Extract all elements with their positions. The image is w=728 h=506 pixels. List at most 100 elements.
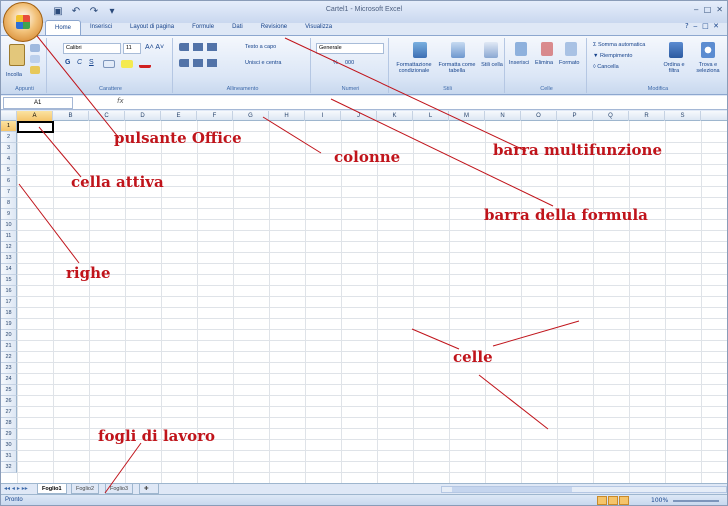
conditional-format-icon[interactable] [413,42,427,58]
horizontal-align-icons[interactable] [179,59,219,67]
column-header-H[interactable]: H [269,111,305,121]
font-name-select[interactable]: Calibri [63,43,121,54]
column-header-R[interactable]: R [629,111,665,121]
row-header-15[interactable]: 15 [1,275,17,286]
fx-icon[interactable]: fx [117,97,124,105]
column-header-L[interactable]: L [413,111,449,121]
format-painter-icon[interactable] [30,66,40,74]
row-header-28[interactable]: 28 [1,418,17,429]
clear-button[interactable]: ◊ Cancella [593,64,619,70]
help-icon[interactable]: ? ‒ □ ✕ [685,22,719,30]
column-header-K[interactable]: K [377,111,413,121]
row-header-32[interactable]: 32 [1,462,17,473]
sheet-nav-icons[interactable]: ◂◂ ◂ ▸ ▸▸ [4,485,28,492]
format-table-icon[interactable] [451,42,465,58]
row-header-27[interactable]: 27 [1,407,17,418]
column-header-B[interactable]: B [53,111,89,121]
insert-cells-icon[interactable] [515,42,527,56]
row-header-1[interactable]: 1 [1,121,17,132]
sheet-tab-2[interactable]: Foglio2 [71,484,100,494]
close-icon[interactable]: ✕ [716,5,723,14]
row-header-25[interactable]: 25 [1,385,17,396]
find-select-button[interactable]: Trova e seleziona [691,62,725,74]
column-header-P[interactable]: P [557,111,593,121]
row-header-20[interactable]: 20 [1,330,17,341]
row-header-19[interactable]: 19 [1,319,17,330]
font-size-select[interactable]: 11 [123,43,141,54]
row-header-30[interactable]: 30 [1,440,17,451]
row-header-5[interactable]: 5 [1,165,17,176]
column-header-Q[interactable]: Q [593,111,629,121]
column-header-J[interactable]: J [341,111,377,121]
sort-filter-icon[interactable] [669,42,683,58]
cell-styles-icon[interactable] [484,42,498,58]
column-header-C[interactable]: C [89,111,125,121]
tab-data[interactable]: Dati [223,20,252,35]
row-header-26[interactable]: 26 [1,396,17,407]
thousands-button[interactable]: 000 [345,60,354,66]
grow-font-button[interactable]: A˄ A˅ [145,44,164,51]
tab-view[interactable]: Visualizza [296,20,341,35]
minimize-icon[interactable]: ‒ [694,5,699,14]
find-icon[interactable] [701,42,715,58]
row-header-11[interactable]: 11 [1,231,17,242]
row-header-2[interactable]: 2 [1,132,17,143]
percent-button[interactable]: % [333,60,338,66]
wrap-text-button[interactable]: Testo a capo [245,44,276,50]
row-header-16[interactable]: 16 [1,286,17,297]
row-header-13[interactable]: 13 [1,253,17,264]
column-header-A[interactable]: A [17,111,53,121]
row-header-24[interactable]: 24 [1,374,17,385]
row-header-9[interactable]: 9 [1,209,17,220]
row-header-22[interactable]: 22 [1,352,17,363]
row-header-14[interactable]: 14 [1,264,17,275]
format-table-button[interactable]: Formatta come tabella [437,62,477,74]
tab-home[interactable]: Home [45,20,82,35]
tab-formulas[interactable]: Formule [183,20,223,35]
zoom-slider[interactable] [673,500,719,502]
zoom-level[interactable]: 100% [651,497,668,504]
copy-icon[interactable] [30,55,40,63]
select-all-corner[interactable] [1,111,17,121]
row-header-21[interactable]: 21 [1,341,17,352]
row-header-4[interactable]: 4 [1,154,17,165]
column-header-N[interactable]: N [485,111,521,121]
vertical-align-icons[interactable] [179,43,219,51]
row-header-6[interactable]: 6 [1,176,17,187]
insert-sheet-icon[interactable]: ✚ [139,484,159,494]
active-cell[interactable] [17,121,54,133]
row-header-17[interactable]: 17 [1,297,17,308]
maximize-icon[interactable]: □ [704,5,712,14]
name-box[interactable]: A1 [3,97,73,109]
merge-center-button[interactable]: Unisci e centra [245,60,281,66]
column-header-I[interactable]: I [305,111,341,121]
tab-review[interactable]: Revisione [252,20,296,35]
paste-icon[interactable] [9,44,25,66]
page-layout-view-icon[interactable] [608,496,618,505]
column-header-F[interactable]: F [197,111,233,121]
column-header-O[interactable]: O [521,111,557,121]
fill-button[interactable]: ▼ Riempimento [593,53,632,59]
row-header-31[interactable]: 31 [1,451,17,462]
row-header-18[interactable]: 18 [1,308,17,319]
row-header-10[interactable]: 10 [1,220,17,231]
paste-button[interactable]: Incolla [6,72,22,78]
cell-styles-button[interactable]: Stili cella [481,62,503,68]
column-header-G[interactable]: G [233,111,269,121]
row-header-7[interactable]: 7 [1,187,17,198]
row-header-8[interactable]: 8 [1,198,17,209]
underline-button[interactable]: S [89,59,94,66]
tab-insert[interactable]: Inserisci [81,20,121,35]
insert-cells-button[interactable]: Inserisci [509,60,529,66]
font-color-icon[interactable] [139,60,151,68]
row-header-29[interactable]: 29 [1,429,17,440]
normal-view-icon[interactable] [597,496,607,505]
row-header-12[interactable]: 12 [1,242,17,253]
sheet-tab-1[interactable]: Foglio1 [37,484,67,494]
row-header-23[interactable]: 23 [1,363,17,374]
cut-icon[interactable] [30,44,40,52]
column-header-E[interactable]: E [161,111,197,121]
delete-cells-button[interactable]: Elimina [535,60,553,66]
scrollbar-thumb[interactable] [452,487,572,492]
borders-icon[interactable] [103,60,115,68]
